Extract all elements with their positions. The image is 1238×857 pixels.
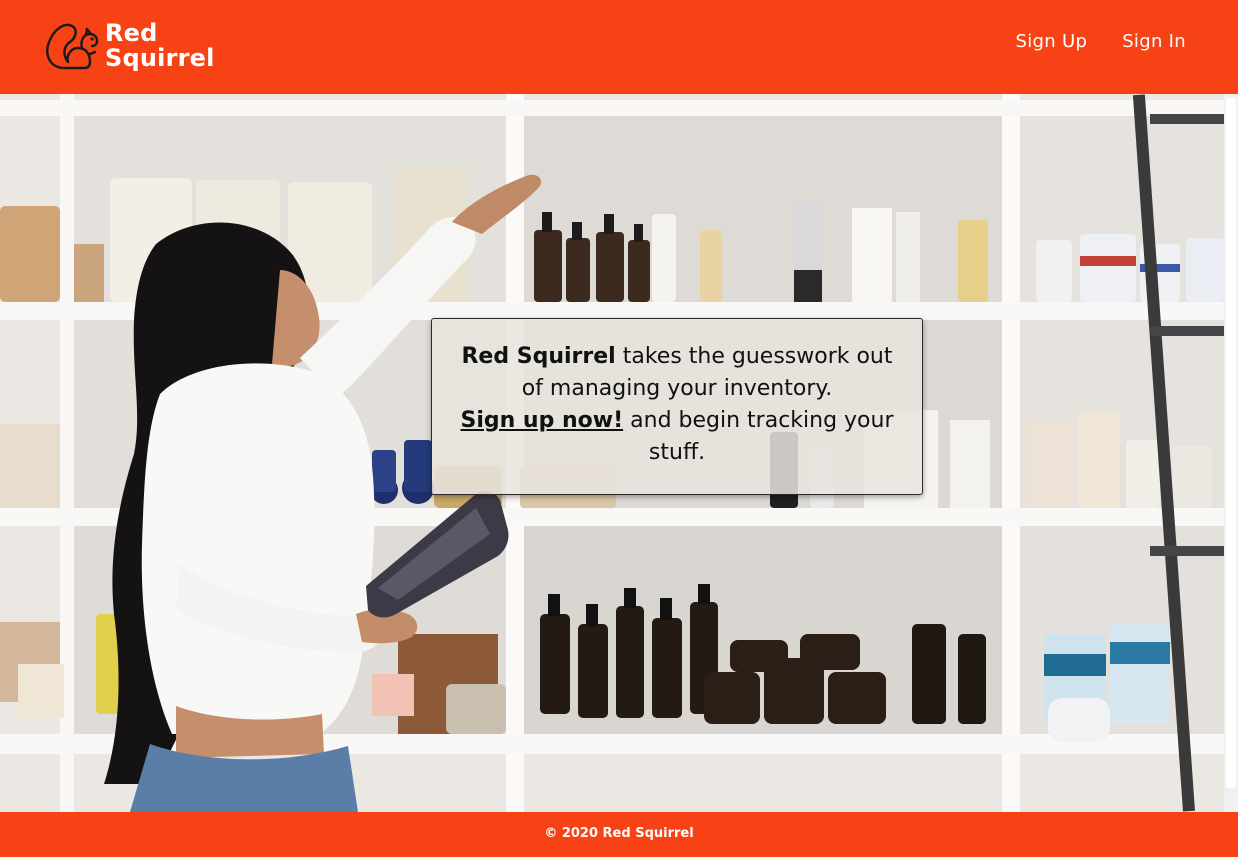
logo-line-1: Red	[105, 19, 158, 47]
logo-link[interactable]: Red Squirrel	[44, 18, 224, 76]
callout-brand-name: Red Squirrel	[461, 344, 616, 369]
page-scrollbar-thumb[interactable]	[1226, 98, 1236, 788]
page: Red Squirrel Sign Up Sign In Red Squirre…	[0, 0, 1238, 857]
logo-wordmark: Red Squirrel	[105, 21, 215, 71]
site-header: Red Squirrel Sign Up Sign In	[0, 0, 1238, 94]
sign-in-link[interactable]: Sign In	[1122, 30, 1186, 54]
main-nav: Sign Up Sign In	[1016, 30, 1187, 54]
sign-up-link[interactable]: Sign Up	[1016, 30, 1088, 54]
copyright-text: © 2020 Red Squirrel	[544, 826, 694, 841]
site-footer: © 2020 Red Squirrel	[0, 812, 1238, 857]
sign-up-now-link[interactable]: Sign up now!	[460, 408, 623, 433]
callout-cta-text: and begin tracking your stuff.	[630, 408, 894, 465]
logo-line-2: Squirrel	[105, 44, 215, 72]
squirrel-icon	[46, 23, 99, 70]
hero-callout-text: Red Squirrel takes the guesswork out of …	[456, 341, 898, 469]
hero-callout: Red Squirrel takes the guesswork out of …	[431, 318, 923, 495]
